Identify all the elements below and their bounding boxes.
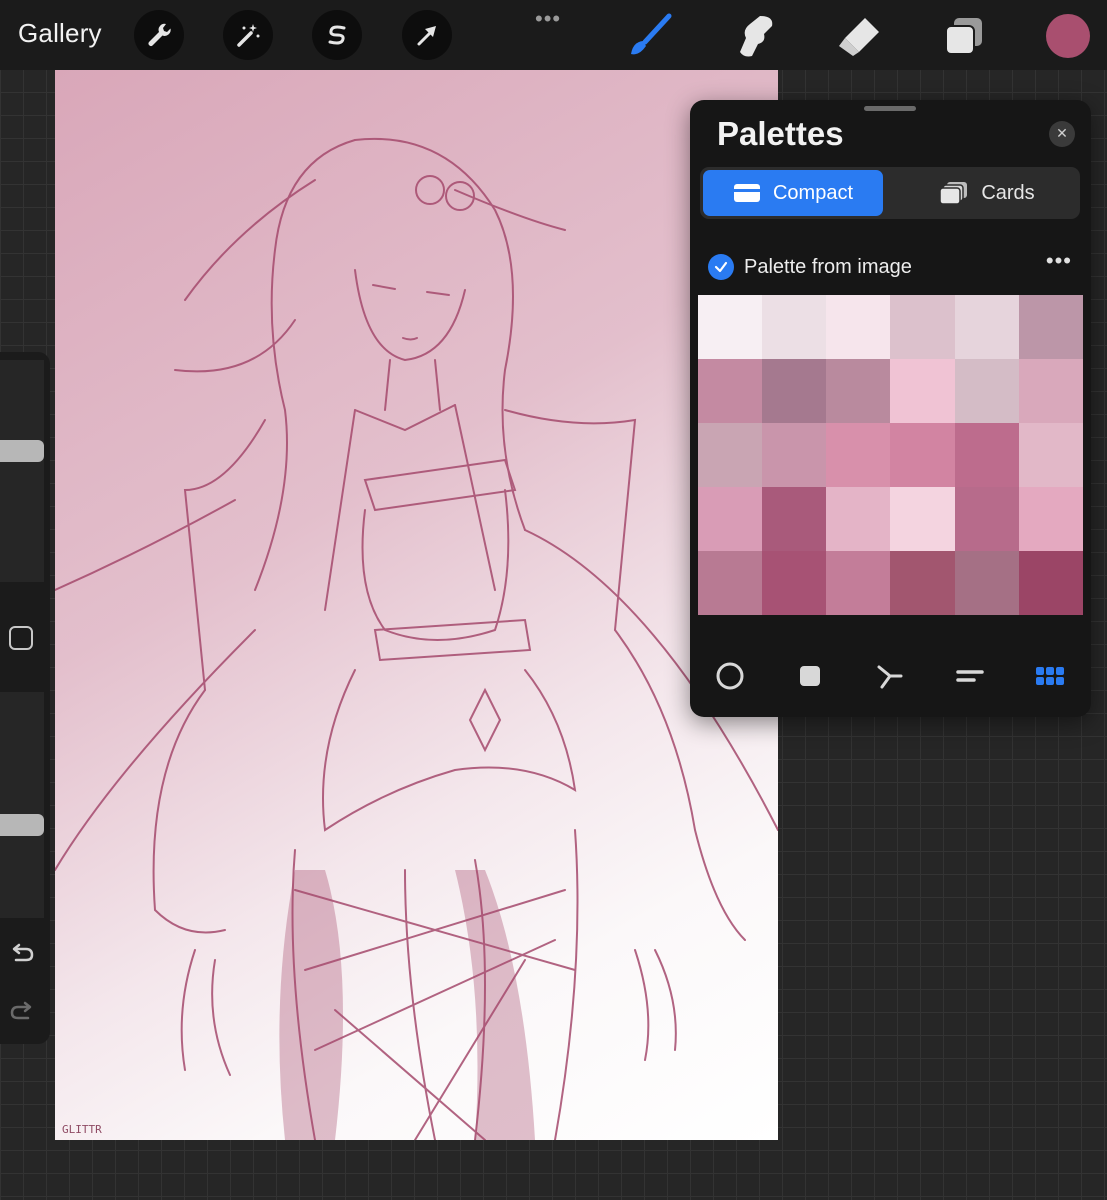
brush-opacity-handle[interactable]	[0, 814, 44, 837]
color-swatch[interactable]	[890, 295, 955, 359]
top-toolbar: Gallery •••	[0, 0, 1107, 70]
color-swatch[interactable]	[698, 551, 763, 615]
color-swatch[interactable]	[762, 487, 827, 551]
disc-icon[interactable]	[714, 660, 746, 692]
color-swatch[interactable]	[890, 359, 955, 423]
color-swatch[interactable]	[890, 551, 955, 615]
color-button[interactable]	[1046, 14, 1090, 58]
color-swatch[interactable]	[826, 423, 891, 487]
drawing-canvas[interactable]: GLITTR	[55, 70, 778, 1140]
tab-cards-label: Cards	[981, 181, 1035, 204]
color-swatch[interactable]	[826, 359, 891, 423]
color-swatch[interactable]	[890, 423, 955, 487]
color-swatch[interactable]	[954, 487, 1019, 551]
layers-icon[interactable]	[940, 12, 988, 60]
transform-button[interactable]	[402, 10, 452, 60]
color-swatch[interactable]	[698, 359, 763, 423]
wrench-icon	[148, 23, 171, 46]
undo-icon[interactable]	[8, 940, 36, 968]
color-swatch[interactable]	[698, 487, 763, 551]
panel-title: Palettes	[717, 115, 844, 152]
brush-size-handle[interactable]	[0, 440, 44, 462]
more-options-icon[interactable]: •••	[535, 6, 561, 32]
compact-card-icon	[733, 184, 760, 202]
color-swatch[interactable]	[1018, 551, 1083, 615]
tab-cards[interactable]: Cards	[897, 170, 1077, 216]
smudge-icon[interactable]	[730, 12, 778, 60]
color-view-toolbar	[690, 660, 1091, 696]
swatch-grid	[698, 295, 1083, 615]
color-swatch[interactable]	[1018, 295, 1083, 359]
color-swatch[interactable]	[762, 295, 827, 359]
actions-button[interactable]	[134, 10, 184, 60]
color-swatch[interactable]	[762, 359, 827, 423]
magic-wand-icon	[237, 24, 260, 47]
gallery-button[interactable]: Gallery	[18, 18, 102, 49]
transform-arrow-icon	[417, 26, 436, 46]
cards-stack-icon	[939, 182, 968, 205]
close-button[interactable]: ✕	[1049, 121, 1075, 147]
classic-square-icon[interactable]	[794, 660, 826, 692]
redo-icon[interactable]	[8, 998, 36, 1026]
panel-grabber[interactable]	[864, 106, 916, 111]
color-swatch[interactable]	[698, 295, 763, 359]
selection-s-icon	[328, 25, 346, 45]
adjustments-button[interactable]	[223, 10, 273, 60]
color-swatch[interactable]	[1018, 487, 1083, 551]
view-segmented-control: Compact Cards	[700, 167, 1080, 219]
value-sliders-icon[interactable]	[954, 660, 986, 692]
color-swatch[interactable]	[954, 295, 1019, 359]
color-swatch[interactable]	[954, 359, 1019, 423]
modify-square-icon[interactable]	[9, 626, 33, 650]
default-palette-check-icon[interactable]	[708, 254, 734, 280]
palette-more-icon[interactable]: •••	[1046, 248, 1072, 274]
palette-header[interactable]: Palette from image •••	[708, 248, 1078, 282]
sketch-artwork	[55, 137, 778, 1140]
palettes-grid-icon[interactable]	[1034, 660, 1066, 692]
color-swatch[interactable]	[826, 487, 891, 551]
palettes-panel: Palettes ✕ Compact Cards Palette from im…	[690, 100, 1091, 717]
left-sidebar	[0, 352, 50, 1044]
color-swatch[interactable]	[762, 551, 827, 615]
tab-compact[interactable]: Compact	[703, 170, 883, 216]
eraser-icon[interactable]	[835, 12, 883, 60]
color-swatch[interactable]	[1018, 359, 1083, 423]
color-swatch[interactable]	[954, 423, 1019, 487]
color-swatch[interactable]	[698, 423, 763, 487]
color-swatch[interactable]	[826, 551, 891, 615]
selection-button[interactable]	[312, 10, 362, 60]
close-icon: ✕	[1056, 126, 1068, 142]
palette-name: Palette from image	[744, 256, 912, 278]
artist-signature: GLITTR	[62, 1123, 102, 1136]
color-swatch[interactable]	[762, 423, 827, 487]
color-swatch[interactable]	[826, 295, 891, 359]
color-swatch[interactable]	[954, 551, 1019, 615]
tab-compact-label: Compact	[772, 181, 854, 204]
color-swatch[interactable]	[1018, 423, 1083, 487]
harmony-icon[interactable]	[874, 660, 906, 692]
brush-opacity-slider[interactable]	[0, 692, 44, 918]
brush-icon[interactable]	[625, 12, 673, 60]
brush-size-slider[interactable]	[0, 360, 44, 582]
color-swatch[interactable]	[890, 487, 955, 551]
